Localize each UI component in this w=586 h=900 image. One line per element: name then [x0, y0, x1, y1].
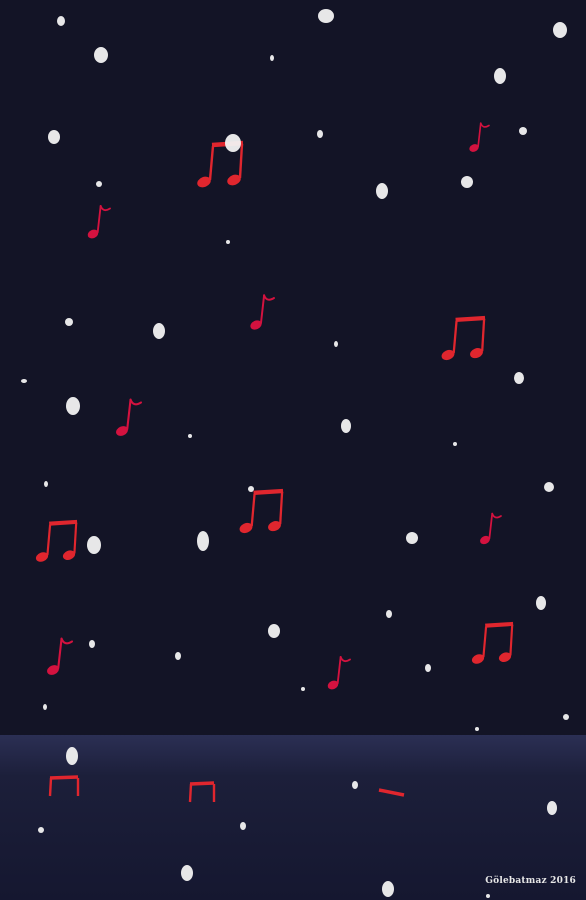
snowflake [352, 781, 358, 789]
snowflake [301, 687, 305, 691]
snowflake [270, 55, 274, 61]
snowflake [153, 323, 165, 339]
snowflake [547, 801, 557, 815]
night-snow-music-notes-illustration [0, 0, 586, 900]
snowflake [514, 372, 524, 384]
snowflake [21, 379, 27, 383]
snowflake [44, 481, 48, 487]
snowflake [188, 434, 192, 438]
snowflake [94, 47, 108, 63]
snowflake [376, 183, 388, 199]
snowflake [248, 486, 254, 492]
snowflake [382, 881, 394, 897]
painting: Gölebatmaz 2016 [0, 0, 586, 900]
snowflake [48, 130, 60, 144]
snowflake [57, 16, 65, 26]
snowflake [43, 704, 47, 710]
snowflake [87, 536, 101, 554]
snowflake [38, 827, 44, 833]
snowflake [406, 532, 418, 544]
snowflake [544, 482, 554, 492]
snowflake [334, 341, 338, 347]
snowflake [226, 240, 230, 244]
snowflake [66, 397, 80, 415]
snowflake [486, 894, 490, 898]
snowflake [494, 68, 506, 84]
snowflake [317, 130, 323, 138]
snowflake [341, 419, 351, 433]
snowflake [175, 652, 181, 660]
snowflake [386, 610, 392, 618]
snowflake [475, 727, 479, 731]
snowflake [268, 624, 280, 638]
snowflake [66, 747, 78, 765]
snowflake [65, 318, 73, 326]
snowflake [553, 22, 567, 38]
snowflake [453, 442, 457, 446]
snowflake [563, 714, 569, 720]
snowflake [519, 127, 527, 135]
snowflake [461, 176, 473, 188]
snowflake [318, 9, 334, 23]
snowflake [197, 531, 209, 551]
snowflake [240, 822, 246, 830]
snowflake [96, 181, 102, 187]
snowflake [536, 596, 546, 610]
snowflake [181, 865, 193, 881]
snowflake [89, 640, 95, 648]
snowflake [225, 134, 241, 152]
snowflake [425, 664, 431, 672]
artist-signature: Gölebatmaz 2016 [485, 876, 576, 886]
